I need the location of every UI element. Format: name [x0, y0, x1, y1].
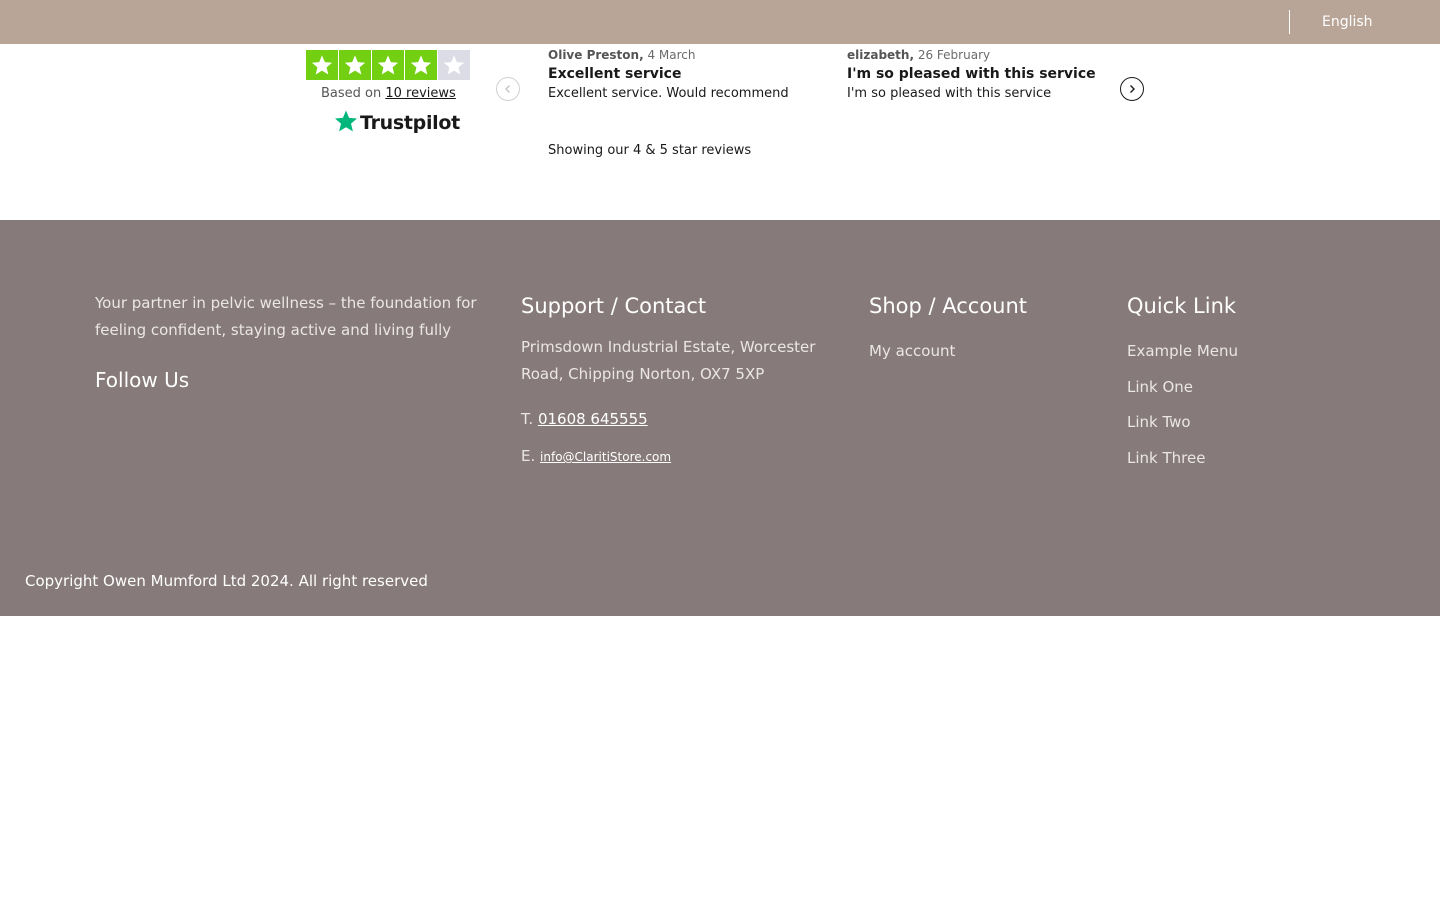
email-prefix: E.: [521, 447, 536, 465]
topbar-divider: [1289, 10, 1290, 34]
review-card[interactable]: elizabeth, 26 February I'm so pleased wi…: [847, 48, 1127, 102]
email-link[interactable]: info@ClaritiStore.com: [540, 450, 671, 464]
trustpilot-stars: [306, 50, 470, 80]
quick-link-example-menu[interactable]: Example Menu: [1127, 342, 1238, 360]
quick-link-heading: Quick Link: [1127, 294, 1237, 318]
trustpilot-star-icon: [334, 109, 358, 137]
trustpilot-wordmark: Trustpilot: [360, 112, 460, 134]
footer-tagline: Your partner in pelvic wellness – the fo…: [95, 294, 477, 339]
star-filled-icon: [372, 50, 404, 80]
phone-link[interactable]: 01608 645555: [538, 410, 648, 428]
star-empty-icon: [438, 50, 470, 80]
chevron-right-icon: [1130, 85, 1135, 93]
email-line: E. info@ClaritiStore.com: [521, 447, 671, 465]
my-account-link[interactable]: My account: [869, 342, 955, 360]
trustpilot-widget: Based on 10 reviews Trustpilot Olive Pre…: [0, 44, 1440, 220]
star-filled-icon: [306, 50, 338, 80]
review-card[interactable]: Olive Preston, 4 March Excellent service…: [548, 48, 828, 102]
reviews-count-link[interactable]: 10 reviews: [385, 86, 455, 101]
follow-us-heading: Follow Us: [95, 368, 190, 392]
quick-link-three[interactable]: Link Three: [1127, 449, 1205, 467]
based-on-prefix: Based on: [321, 86, 382, 101]
review-date: 4 March: [647, 48, 696, 62]
review-meta: Olive Preston, 4 March: [548, 48, 828, 62]
trustpilot-logo[interactable]: Trustpilot: [334, 109, 460, 137]
carousel-prev-button[interactable]: [496, 77, 520, 101]
top-bar: English: [0, 0, 1440, 44]
review-title: I'm so pleased with this service: [847, 66, 1096, 82]
chevron-left-icon: [505, 85, 510, 93]
review-meta: elizabeth, 26 February: [847, 48, 1127, 62]
phone-line: T. 01608 645555: [521, 410, 648, 428]
review-title: Excellent service: [548, 66, 682, 82]
phone-prefix: T.: [521, 410, 534, 428]
star-filled-icon: [339, 50, 371, 80]
site-footer: Your partner in pelvic wellness – the fo…: [0, 220, 1440, 616]
language-selector[interactable]: English: [1322, 14, 1373, 30]
showing-reviews-note: Showing our 4 & 5 star reviews: [548, 143, 752, 158]
support-contact-heading: Support / Contact: [521, 294, 707, 318]
shop-account-heading: Shop / Account: [869, 294, 1028, 318]
based-on-text: Based on 10 reviews: [321, 86, 456, 101]
quick-link-two[interactable]: Link Two: [1127, 413, 1191, 431]
review-author: elizabeth,: [847, 48, 915, 62]
copyright-text: Copyright Owen Mumford Ltd 2024. All rig…: [25, 572, 428, 590]
carousel-next-button[interactable]: [1120, 77, 1144, 101]
company-address: Primsdown Industrial Estate, Worcester R…: [521, 338, 816, 383]
review-date: 26 February: [917, 48, 991, 62]
review-body: Excellent service. Would recommend: [548, 86, 789, 101]
quick-link-one[interactable]: Link One: [1127, 378, 1193, 396]
review-author: Olive Preston,: [548, 48, 644, 62]
star-filled-icon: [405, 50, 437, 80]
review-body: I'm so pleased with this service: [847, 86, 1052, 101]
